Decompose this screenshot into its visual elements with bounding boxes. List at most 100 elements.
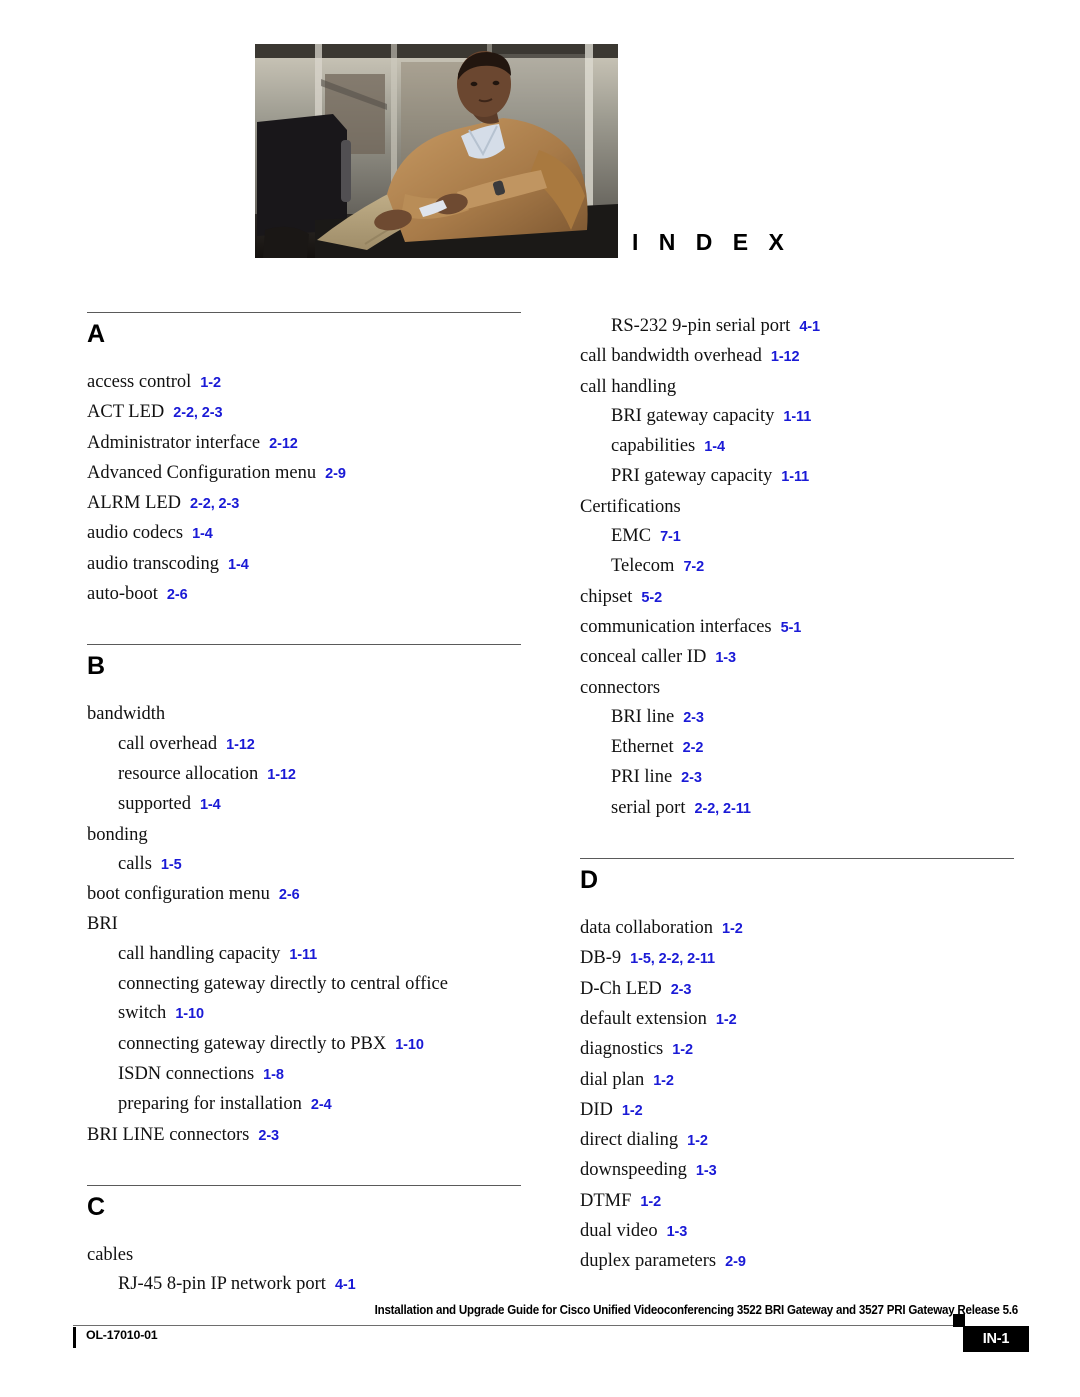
- index-entry-page-reference[interactable]: 1-4: [219, 557, 249, 573]
- index-entry-page-reference[interactable]: 2-2, 2-11: [686, 801, 751, 817]
- index-entry-term: boot configuration menu: [87, 884, 270, 905]
- index-entry-page-reference[interactable]: 1-12: [217, 737, 255, 753]
- index-entry-page-reference[interactable]: 2-2, 2-3: [164, 405, 222, 421]
- index-entry-page-reference[interactable]: 2-6: [158, 587, 188, 603]
- index-entry-page-reference[interactable]: 1-3: [706, 650, 736, 666]
- footer-doc-id: OL-17010-01: [86, 1328, 158, 1342]
- index-entry-term: Certifications: [580, 496, 681, 517]
- index-entry-page-reference[interactable]: 2-3: [662, 982, 692, 998]
- index-entry-page-reference[interactable]: 1-12: [762, 349, 800, 365]
- index-entry-page-reference[interactable]: 1-11: [772, 469, 809, 485]
- index-entry-term: EMC: [611, 526, 652, 547]
- index-entry: access control 1-2: [87, 368, 521, 398]
- index-entry-page-reference[interactable]: 5-2: [632, 590, 662, 606]
- index-entry-term: Ethernet: [611, 737, 674, 758]
- index-entry-page-reference[interactable]: 2-6: [270, 887, 300, 903]
- index-entry-page-reference[interactable]: 2-9: [716, 1254, 746, 1270]
- index-entry-page-reference[interactable]: 1-4: [695, 439, 725, 455]
- index-entry: downspeeding 1-3: [580, 1156, 1014, 1186]
- index-entry-page-reference[interactable]: 1-12: [258, 767, 296, 783]
- index-entry-page-reference[interactable]: 2-2, 2-3: [181, 496, 239, 512]
- index-entry: connectors: [580, 674, 1014, 703]
- index-entry-term: direct dialing: [580, 1130, 679, 1151]
- index-entry: boot configuration menu 2-6: [87, 880, 521, 910]
- index-entry-page-reference[interactable]: 4-1: [326, 1277, 356, 1293]
- index-entry-term: auto-boot: [87, 584, 158, 605]
- index-entry-page-reference[interactable]: 1-3: [687, 1163, 717, 1179]
- index-entry: PRI line 2-3: [580, 763, 1014, 793]
- index-entry: RS-232 9-pin serial port 4-1: [580, 312, 1014, 342]
- index-entry: default extension 1-2: [580, 1005, 1014, 1035]
- letter-heading: D: [580, 866, 599, 895]
- index-entry-page-reference[interactable]: 2-9: [316, 466, 346, 482]
- index-entry-page-reference[interactable]: 2-4: [302, 1097, 332, 1113]
- index-entry-term: BRI: [87, 914, 118, 935]
- index-entry: resource allocation 1-12: [87, 760, 521, 790]
- index-entry: D-Ch LED 2-3: [580, 975, 1014, 1005]
- index-entry: duplex parameters 2-9: [580, 1247, 1014, 1277]
- index-entry-term: call handling: [580, 376, 677, 397]
- index-entry-term: D-Ch LED: [580, 978, 662, 999]
- index-entry-page-reference[interactable]: 2-3: [249, 1128, 279, 1144]
- index-entry: Certifications: [580, 493, 1014, 522]
- index-entry-page-reference[interactable]: 1-2: [663, 1042, 693, 1058]
- index-entry-page-reference[interactable]: 4-1: [790, 319, 820, 335]
- index-entry-page-reference[interactable]: 1-2: [613, 1103, 643, 1119]
- index-entry-page-reference[interactable]: 1-2: [707, 1012, 737, 1028]
- index-entry-page-reference[interactable]: 1-11: [280, 947, 317, 963]
- index-entry: Administrator interface 2-12: [87, 429, 521, 459]
- letter-block-d: Ddata collaboration 1-2 DB-9 1-5, 2-2, 2-11…: [580, 858, 1014, 1278]
- index-entry-page-reference[interactable]: 5-1: [772, 620, 802, 636]
- index-entry-term: RJ-45 8-pin IP network port: [118, 1274, 326, 1295]
- index-entry: bonding: [87, 821, 521, 850]
- index-entry-page-reference[interactable]: 1-8: [254, 1067, 284, 1083]
- index-entry-page-reference[interactable]: 1-2: [631, 1194, 661, 1210]
- index-entry-term: ALRM LED: [87, 493, 182, 514]
- index-entry-term: preparing for installation: [118, 1094, 302, 1115]
- index-entry: call overhead 1-12: [87, 730, 521, 760]
- index-entry-page-reference[interactable]: 1-2: [678, 1133, 708, 1149]
- index-entry: ACT LED 2-2, 2-3: [87, 398, 521, 428]
- index-entry-page-reference[interactable]: 1-10: [386, 1037, 424, 1053]
- index-entry: diagnostics 1-2: [580, 1035, 1014, 1065]
- index-entry-page-reference[interactable]: 1-4: [191, 797, 221, 813]
- index-entry-term: PRI gateway capacity: [611, 466, 773, 487]
- letter-divider-rule: [87, 644, 521, 646]
- index-entry-term: ACT LED: [87, 402, 165, 423]
- index-entry-page-reference[interactable]: 7-1: [651, 529, 681, 545]
- index-entry-page-reference[interactable]: 2-12: [260, 436, 298, 452]
- index-entry: data collaboration 1-2: [580, 914, 1014, 944]
- index-entry-page-reference[interactable]: 1-2: [713, 921, 743, 937]
- index-entry: serial port 2-2, 2-11: [580, 794, 1014, 824]
- index-entry: bandwidth: [87, 700, 521, 729]
- page-footer: Installation and Upgrade Guide for Cisco…: [0, 1303, 1080, 1373]
- index-entry-page-reference[interactable]: 1-4: [183, 526, 213, 542]
- index-entry: DB-9 1-5, 2-2, 2-11: [580, 944, 1014, 974]
- index-entry-list: bandwidth call overhead 1-12 resource alloc…: [87, 700, 521, 1150]
- index-entry-term: RS-232 9-pin serial port: [611, 316, 791, 336]
- index-entry-page-reference[interactable]: 1-2: [644, 1073, 674, 1089]
- index-entry-term: resource allocation: [118, 763, 259, 784]
- letter-heading: C: [87, 1192, 106, 1221]
- index-entry-term: access control: [87, 372, 192, 392]
- index-entry-page-reference[interactable]: 1-5: [152, 857, 182, 873]
- index-entry-page-reference[interactable]: 1-3: [658, 1224, 688, 1240]
- index-entry-page-reference[interactable]: 2-3: [672, 770, 702, 786]
- index-entry-term: Administrator interface: [87, 432, 261, 453]
- index-entry: DTMF 1-2: [580, 1187, 1014, 1217]
- index-entry-page-reference[interactable]: 1-2: [191, 375, 221, 391]
- index-entry-page-reference[interactable]: 2-2: [674, 740, 704, 756]
- index-entry: ISDN connections 1-8: [87, 1060, 521, 1090]
- index-entry-page-reference[interactable]: 7-2: [674, 559, 704, 575]
- index-entry-term: connecting gateway directly to PBX: [118, 1033, 387, 1054]
- index-entry-list: data collaboration 1-2 DB-9 1-5, 2-2, 2-11 D…: [580, 914, 1014, 1278]
- index-entry-page-reference[interactable]: 2-3: [674, 710, 704, 726]
- index-entry: call handling: [580, 373, 1014, 402]
- index-entry-page-reference[interactable]: 1-5, 2-2, 2-11: [621, 951, 715, 967]
- index-entry: cables: [87, 1241, 521, 1270]
- index-entry-page-reference[interactable]: 1-11: [774, 409, 811, 425]
- index-entry: capabilities 1-4: [580, 432, 1014, 462]
- index-entry-term: call overhead: [118, 733, 218, 754]
- index-entry: chipset 5-2: [580, 583, 1014, 613]
- index-entry-page-reference[interactable]: 1-10: [166, 1006, 204, 1022]
